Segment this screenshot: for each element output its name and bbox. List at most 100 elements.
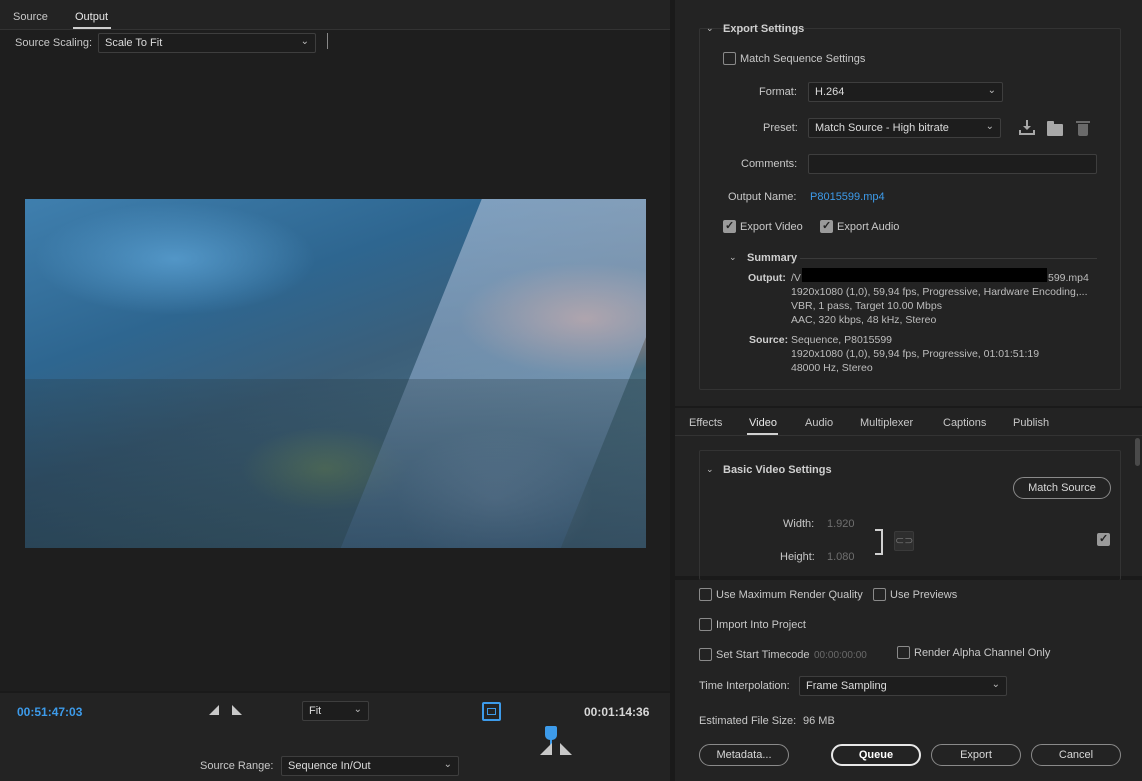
source-range-dropdown[interactable]: Sequence In/Out ⌄ bbox=[281, 756, 459, 776]
video-overlay-shore bbox=[25, 379, 646, 548]
tab-output[interactable]: Output bbox=[75, 11, 108, 23]
preset-label: Preset: bbox=[763, 122, 798, 134]
collapse-chevron-icon[interactable]: ⌄ bbox=[706, 23, 714, 34]
preset-dropdown[interactable]: Match Source - High bitrate ⌄ bbox=[808, 118, 1001, 138]
tab-audio[interactable]: Audio bbox=[805, 417, 833, 429]
export-video-checkbox[interactable] bbox=[723, 219, 736, 233]
max-render-quality-label: Use Maximum Render Quality bbox=[716, 589, 863, 601]
summary-output-line3: VBR, 1 pass, Target 10.00 Mbps bbox=[791, 300, 942, 312]
summary-output-line2: 1920x1080 (1,0), 59,94 fps, Progressive,… bbox=[791, 286, 1088, 298]
tab-output-underline bbox=[73, 27, 111, 29]
source-scaling-dropdown[interactable]: Scale To Fit ⌄ bbox=[98, 33, 316, 53]
comments-label: Comments: bbox=[741, 158, 798, 170]
export-audio-label: Export Audio bbox=[837, 221, 900, 233]
preview-panel: Source Output Source Scaling: Scale To F… bbox=[0, 0, 670, 691]
save-preset-icon[interactable] bbox=[1019, 120, 1035, 136]
scrollbar-thumb[interactable] bbox=[1135, 438, 1140, 466]
tab-source[interactable]: Source bbox=[13, 11, 48, 23]
output-name-link[interactable]: P8015599.mp4 bbox=[810, 191, 885, 203]
summary-source-label: Source: bbox=[749, 334, 789, 346]
chevron-down-icon: ⌄ bbox=[985, 121, 994, 132]
set-start-timecode-label: Set Start Timecode bbox=[716, 649, 810, 661]
link-bracket bbox=[875, 529, 883, 555]
delete-preset-icon[interactable] bbox=[1076, 120, 1090, 136]
out-point-marker[interactable] bbox=[560, 743, 572, 755]
export-audio-checkbox[interactable] bbox=[820, 219, 833, 233]
zoom-dropdown[interactable]: Fit ⌄ bbox=[302, 701, 369, 721]
metadata-button[interactable]: Metadata... bbox=[699, 744, 789, 766]
in-point-marker[interactable] bbox=[540, 743, 552, 755]
settings-tabs-panel: Effects Video Audio Multiplexer Captions… bbox=[675, 408, 1142, 580]
height-value[interactable]: 1.080 bbox=[827, 551, 855, 563]
import-into-project-checkbox[interactable] bbox=[699, 618, 712, 631]
summary-output-line4: AAC, 320 kbps, 48 kHz, Stereo bbox=[791, 314, 937, 326]
time-interpolation-value: Frame Sampling bbox=[806, 680, 887, 692]
tab-publish[interactable]: Publish bbox=[1013, 417, 1049, 429]
set-start-timecode-checkbox[interactable] bbox=[699, 648, 712, 661]
use-previews-label: Use Previews bbox=[890, 589, 958, 601]
transport-bar: 00:51:47:03 Fit ⌄ 00:01:14:36 Source Ran… bbox=[0, 693, 670, 781]
import-into-project-label: Import Into Project bbox=[716, 619, 806, 631]
tab-captions[interactable]: Captions bbox=[943, 417, 986, 429]
aspect-toggle-icon[interactable] bbox=[482, 702, 501, 721]
render-alpha-label: Render Alpha Channel Only bbox=[914, 647, 1051, 659]
height-label: Height: bbox=[780, 551, 815, 563]
export-video-label: Export Video bbox=[740, 221, 803, 233]
divider bbox=[327, 33, 328, 49]
use-previews-checkbox[interactable] bbox=[873, 588, 886, 601]
chevron-down-icon: ⌄ bbox=[443, 759, 452, 770]
output-name-label: Output Name: bbox=[728, 191, 797, 203]
cancel-button[interactable]: Cancel bbox=[1031, 744, 1121, 766]
summary-source-line2: 1920x1080 (1,0), 59,94 fps, Progressive,… bbox=[791, 348, 1040, 360]
export-settings-title: Export Settings bbox=[723, 23, 805, 35]
estimated-size-label: Estimated File Size: bbox=[699, 715, 797, 727]
basic-video-title: Basic Video Settings bbox=[723, 464, 832, 476]
output-options-panel: Use Maximum Render Quality Use Previews … bbox=[675, 580, 1142, 781]
source-scaling-value: Scale To Fit bbox=[105, 37, 163, 49]
width-label: Width: bbox=[783, 518, 815, 530]
time-interpolation-label: Time Interpolation: bbox=[699, 680, 790, 692]
max-render-quality-checkbox[interactable] bbox=[699, 588, 712, 601]
import-preset-icon[interactable] bbox=[1047, 121, 1064, 136]
match-source-button[interactable]: Match Source bbox=[1013, 477, 1111, 499]
playhead-handle[interactable] bbox=[545, 726, 557, 740]
summary-source-line1: Sequence, P8015599 bbox=[791, 334, 893, 346]
preset-value: Match Source - High bitrate bbox=[815, 122, 949, 134]
chevron-down-icon: ⌄ bbox=[991, 679, 1000, 690]
basic-video-collapse-icon[interactable]: ⌄ bbox=[706, 464, 714, 475]
format-dropdown[interactable]: H.264 ⌄ bbox=[808, 82, 1003, 102]
match-sequence-checkbox[interactable] bbox=[723, 52, 736, 65]
set-in-point-icon[interactable] bbox=[209, 705, 219, 715]
zoom-value: Fit bbox=[309, 705, 322, 717]
source-range-label: Source Range: bbox=[200, 760, 274, 772]
width-value[interactable]: 1.920 bbox=[827, 518, 855, 530]
match-sequence-label: Match Sequence Settings bbox=[740, 53, 866, 65]
source-scaling-label: Source Scaling: bbox=[15, 37, 93, 49]
queue-button[interactable]: Queue bbox=[831, 744, 921, 766]
source-range-value: Sequence In/Out bbox=[288, 760, 371, 772]
timecode-duration: 00:01:14:36 bbox=[584, 705, 650, 719]
estimated-size-value: 96 MB bbox=[803, 715, 835, 727]
tab-video-underline bbox=[747, 433, 778, 435]
dimension-override-checkbox[interactable] bbox=[1097, 532, 1110, 546]
tab-video[interactable]: Video bbox=[749, 417, 777, 429]
summary-output-path-start: /V bbox=[791, 272, 801, 284]
time-interpolation-dropdown[interactable]: Frame Sampling ⌄ bbox=[799, 676, 1007, 696]
export-button[interactable]: Export bbox=[931, 744, 1021, 766]
comments-input[interactable] bbox=[808, 154, 1097, 174]
render-alpha-checkbox[interactable] bbox=[897, 646, 910, 659]
chevron-down-icon: ⌄ bbox=[987, 85, 996, 96]
summary-collapse-icon[interactable]: ⌄ bbox=[729, 252, 737, 263]
set-out-point-icon[interactable] bbox=[232, 705, 242, 715]
link-dimensions-icon[interactable]: ⊂⊃ bbox=[894, 531, 914, 551]
summary-source-line3: 48000 Hz, Stereo bbox=[791, 362, 873, 374]
format-value: H.264 bbox=[815, 86, 845, 98]
video-preview-frame bbox=[25, 199, 646, 548]
tab-multiplexer[interactable]: Multiplexer bbox=[860, 417, 913, 429]
timecode-current[interactable]: 00:51:47:03 bbox=[17, 705, 82, 719]
tab-effects[interactable]: Effects bbox=[689, 417, 722, 429]
export-settings-panel: ⌄ Export Settings Match Sequence Setting… bbox=[675, 0, 1142, 406]
start-timecode-value[interactable]: 00:00:00:00 bbox=[814, 650, 867, 661]
summary-output-label: Output: bbox=[748, 272, 786, 284]
chevron-down-icon: ⌄ bbox=[300, 36, 309, 47]
